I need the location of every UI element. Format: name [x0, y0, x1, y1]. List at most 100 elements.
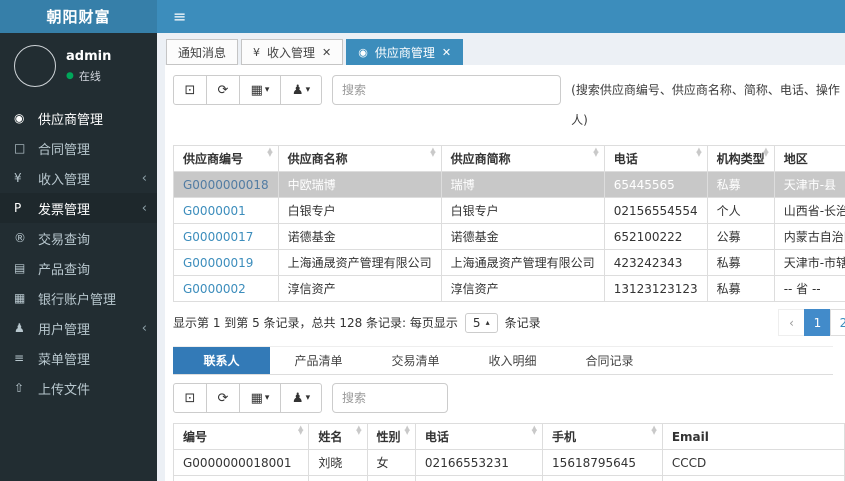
- tab-product-list[interactable]: 产品清单: [270, 347, 367, 374]
- tab-suppliers[interactable]: ◉ 供应商管理 ✕: [346, 39, 464, 65]
- sidebar-menu: ◉ 供应商管理 □ 合同管理 ¥ 收入管理 ‹ P 发票管理 ‹ ® 交易查询 …: [0, 103, 157, 403]
- app-window: 朝阳财富 admin ● 在线 ◉ 供应商管理 □ 合同管理 ¥ 收入管理 ‹ …: [0, 0, 845, 481]
- page-button-1[interactable]: 1: [804, 309, 831, 336]
- col-region[interactable]: 地区▲▼: [773, 145, 845, 172]
- supplier-code-link[interactable]: G0000002: [183, 282, 246, 296]
- search-hint: (搜索供应商编号、供应商名称、简称、电话、操作人): [571, 83, 840, 127]
- sort-icon[interactable]: ▲ ▼: [405, 425, 410, 436]
- tab-transaction-list[interactable]: 交易清单: [367, 347, 464, 374]
- user-panel: admin ● 在线: [0, 33, 157, 101]
- toggle-view-icon: ⊡: [184, 390, 196, 406]
- caret-down-icon: ▾: [305, 393, 311, 403]
- col-gender[interactable]: 性别 ▲ ▼: [366, 423, 416, 450]
- columns-button[interactable]: ▦ ▾: [239, 383, 281, 413]
- tab-income[interactable]: ¥ 收入管理 ✕: [241, 39, 344, 65]
- contract-icon: □: [14, 141, 26, 155]
- table-row[interactable]: G00000019 上海通晟资产管理有限公司 上海通晟资产管理有限公司 4232…: [173, 249, 845, 276]
- page-size-select[interactable]: 5 ▴: [464, 312, 498, 333]
- contacts-toolbar: ⊡ ⟳ ▦ ▾ ♟ ▾: [173, 383, 845, 413]
- supplier-search-input[interactable]: [332, 75, 562, 105]
- col-contact-code[interactable]: 编号 ▲ ▼: [172, 423, 310, 450]
- col-supplier-name[interactable]: 供应商名称 ▲ ▼: [277, 145, 442, 172]
- table-row[interactable]: G0000000018 中欧瑞博 瑞博 65445565 私募 天津市-县 a: [173, 171, 845, 198]
- bank-icon: ▦: [14, 291, 26, 305]
- close-icon[interactable]: ✕: [322, 46, 331, 59]
- supplier-icon: ◉: [358, 45, 368, 59]
- online-dot-icon: ●: [66, 70, 74, 81]
- sidebar-item-contracts[interactable]: □ 合同管理: [0, 133, 157, 163]
- col-phone[interactable]: 电话 ▲ ▼: [603, 145, 708, 172]
- user-status-label: 在线: [78, 69, 101, 83]
- supplier-code-link[interactable]: G0000000018: [183, 178, 269, 192]
- col-supplier-code[interactable]: 供应商编号 ▲ ▼: [173, 145, 279, 172]
- export-button[interactable]: ♟ ▾: [280, 75, 322, 105]
- sidebar-item-upload[interactable]: ⇧ 上传文件: [0, 373, 157, 403]
- sidebar-item-suppliers[interactable]: ◉ 供应商管理: [0, 103, 157, 133]
- sidebar-item-bank-accounts[interactable]: ▦ 银行账户管理: [0, 283, 157, 313]
- caret-down-icon: ▾: [305, 85, 311, 95]
- person-icon: ♟: [14, 321, 25, 335]
- sort-icon[interactable]: ▲ ▼: [356, 425, 361, 436]
- tab-bar: 通知消息 ¥ 收入管理 ✕ ◉ 供应商管理 ✕: [157, 33, 845, 65]
- sort-icon[interactable]: ▲ ▼: [593, 147, 598, 158]
- export-icon: ♟: [291, 82, 304, 98]
- sort-icon[interactable]: ▲ ▼: [696, 147, 701, 158]
- sort-icon[interactable]: ▲ ▼: [763, 147, 768, 158]
- col-supplier-short-name[interactable]: 供应商简称 ▲ ▼: [440, 145, 605, 172]
- col-phone[interactable]: 电话 ▲ ▼: [414, 423, 544, 450]
- tab-contract-records[interactable]: 合同记录: [561, 347, 658, 374]
- refresh-button[interactable]: ⟳: [206, 383, 240, 413]
- page-button-2[interactable]: 2: [830, 309, 845, 336]
- sort-icon[interactable]: ▲ ▼: [430, 147, 435, 158]
- sort-icon[interactable]: ▲ ▼: [532, 425, 537, 436]
- avatar: [14, 45, 56, 87]
- export-button[interactable]: ♟ ▾: [280, 383, 322, 413]
- refresh-icon: ⟳: [217, 390, 229, 406]
- record-summary: 显示第 1 到第 5 条记录，总共 128 条记录: 每页显示 5 ▴ 条记录: [173, 312, 541, 333]
- sort-icon[interactable]: ▲ ▼: [298, 425, 303, 436]
- supplier-table: 供应商编号▲▼ 供应商名称▲▼ 供应商简称▲▼ 电话▲▼ 机构类型▲▼ 地区▲▼…: [173, 145, 845, 302]
- table-row[interactable]: G00000017 诺德基金 诺德基金 652100222 公募 内蒙古自治区 …: [173, 223, 845, 250]
- table-row[interactable]: G0000000018002 刘地方 男 0216324324324 18245…: [172, 475, 845, 481]
- sidebar-item-products[interactable]: ▤ 产品查询: [0, 253, 157, 283]
- brand-logo: 朝阳财富: [0, 0, 157, 33]
- columns-button[interactable]: ▦ ▾: [239, 75, 281, 105]
- sidebar-item-invoices[interactable]: P 发票管理 ‹: [0, 193, 157, 223]
- sidebar-item-users[interactable]: ♟ 用户管理 ‹: [0, 313, 157, 343]
- toggle-view-button[interactable]: ⊡: [173, 75, 207, 105]
- tab-contacts[interactable]: 联系人: [173, 347, 270, 374]
- product-icon: ▤: [14, 261, 26, 275]
- toggle-view-button[interactable]: ⊡: [173, 383, 207, 413]
- table-row[interactable]: G0000000018001 刘晓 女 02166553231 15618795…: [172, 449, 845, 476]
- top-navbar: ≡: [157, 0, 845, 33]
- upload-icon: ⇧: [14, 381, 25, 395]
- sidebar-item-transactions[interactable]: ® 交易查询: [0, 223, 157, 253]
- col-org-type[interactable]: 机构类型 ▲ ▼: [706, 145, 775, 172]
- sidebar-item-menus[interactable]: ≡ 菜单管理: [0, 343, 157, 373]
- table-row[interactable]: G0000001 白银专户 白银专户 02156554554 个人 山西省-长治…: [173, 197, 845, 224]
- tab-income-detail[interactable]: 收入明细: [464, 347, 561, 374]
- col-name[interactable]: 姓名 ▲ ▼: [308, 423, 368, 450]
- col-email[interactable]: Email: [661, 423, 845, 450]
- col-mobile[interactable]: 手机 ▲ ▼: [542, 423, 663, 450]
- supplier-table-footer: 显示第 1 到第 5 条记录，总共 128 条记录: 每页显示 5 ▴ 条记录 …: [173, 309, 845, 336]
- sidebar-item-income[interactable]: ¥ 收入管理 ‹: [0, 163, 157, 193]
- close-icon[interactable]: ✕: [442, 46, 451, 59]
- table-row[interactable]: G0000002 淳信资产 淳信资产 13123123123 私募 -- 省 -…: [173, 275, 845, 302]
- supplier-code-link[interactable]: G00000017: [183, 230, 253, 244]
- detail-tab-bar: 联系人 产品清单 交易清单 收入明细 合同记录: [173, 346, 833, 375]
- contacts-search-input[interactable]: [332, 383, 448, 413]
- hamburger-icon[interactable]: ≡: [173, 8, 186, 25]
- yen-icon: ¥: [253, 45, 261, 59]
- refresh-icon: ⟳: [217, 82, 229, 98]
- prev-page-button[interactable]: ‹: [778, 309, 805, 336]
- sort-icon[interactable]: ▲ ▼: [267, 147, 272, 158]
- contacts-header-row: 编号 ▲ ▼ 姓名 ▲ ▼ 性别 ▲ ▼ 电话 ▲ ▼ 手机 ▲ ▼ Email: [172, 423, 845, 450]
- tab-notifications[interactable]: 通知消息: [166, 39, 239, 65]
- refresh-button[interactable]: ⟳: [206, 75, 240, 105]
- supplier-code-link[interactable]: G0000001: [183, 204, 246, 218]
- columns-icon: ▦: [250, 82, 263, 98]
- sort-icon[interactable]: ▲ ▼: [651, 425, 656, 436]
- supplier-code-link[interactable]: G00000019: [183, 256, 253, 270]
- caret-down-icon: ▾: [264, 393, 270, 403]
